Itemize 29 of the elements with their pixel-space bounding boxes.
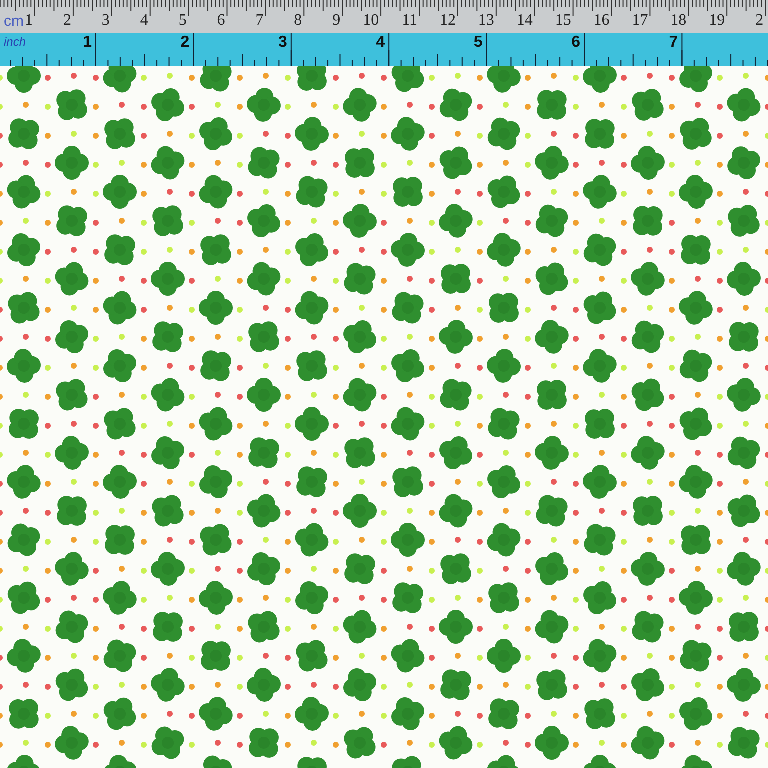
centimeter-number: 15 bbox=[555, 12, 572, 30]
inch-number: 7 bbox=[669, 34, 678, 52]
centimeter-number: 14 bbox=[516, 12, 533, 30]
inch-number: 1 bbox=[83, 34, 92, 52]
centimeter-number: 11 bbox=[402, 12, 418, 30]
centimeter-number: 4 bbox=[140, 12, 148, 30]
inch-number: 3 bbox=[278, 34, 288, 52]
inch-number: 2 bbox=[180, 34, 190, 52]
inch-number: 4 bbox=[376, 34, 386, 52]
centimeter-number: 13 bbox=[478, 12, 494, 30]
centimeter-number: 7 bbox=[256, 12, 264, 30]
centimeter-number: 10 bbox=[363, 12, 380, 30]
centimeter-number: 9 bbox=[332, 12, 341, 30]
inch-number: 5 bbox=[474, 34, 483, 52]
centimeter-number: 1 bbox=[25, 12, 33, 30]
centimeter-number: 17 bbox=[632, 12, 648, 30]
centimeter-number: 2 bbox=[63, 12, 72, 30]
centimeter-number: 12 bbox=[440, 12, 456, 30]
centimeter-number: 6 bbox=[217, 12, 226, 30]
centimeter-number: 19 bbox=[709, 12, 726, 30]
unit-label: inch bbox=[4, 35, 26, 49]
centimeter-number: 16 bbox=[594, 12, 610, 30]
centimeter-number: 8 bbox=[294, 12, 302, 30]
centimeter-number: 5 bbox=[178, 12, 187, 30]
centimeter-number: 2 bbox=[756, 12, 764, 30]
centimeter-number: 3 bbox=[102, 12, 110, 30]
inch-number: 6 bbox=[572, 34, 580, 52]
unit-label: cm bbox=[4, 13, 24, 31]
centimeter-number: 18 bbox=[670, 12, 687, 30]
